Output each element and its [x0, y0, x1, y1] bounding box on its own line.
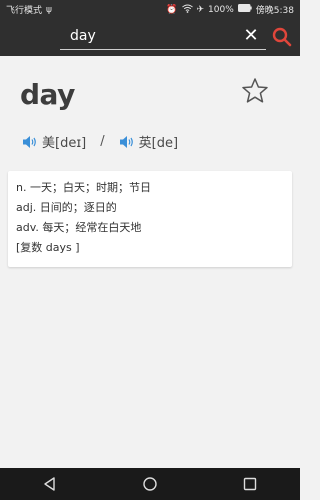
- definition-line: adj. 日间的；逐日的: [16, 201, 117, 214]
- definition-line: n. 一天；白天；时期；节日: [16, 181, 151, 194]
- search-field: ✕: [60, 22, 266, 50]
- star-icon: [242, 78, 268, 103]
- back-triangle-icon: [44, 477, 55, 491]
- speaker-icon: [23, 135, 36, 148]
- usb-icon: ψ: [46, 4, 52, 15]
- us-pronunciation-button[interactable]: 美[deɪ]: [22, 132, 86, 151]
- back-button[interactable]: [35, 469, 65, 499]
- navigation-bar: [0, 468, 300, 500]
- alarm-icon: ⏰: [166, 4, 178, 15]
- definitions-card: n. 一天；白天；时期；节日 adj. 日间的；逐日的 adv. 每天；经常在白…: [8, 171, 292, 267]
- definition-line: adv. 每天；经常在白天地: [16, 221, 142, 234]
- speaker-icon: [119, 135, 133, 148]
- home-button[interactable]: [135, 469, 165, 499]
- home-circle-icon: [143, 477, 157, 491]
- search-input[interactable]: [70, 26, 240, 46]
- close-icon: ✕: [243, 25, 259, 46]
- uk-pronunciation-button[interactable]: 英[de]: [119, 132, 178, 151]
- uk-phonetic-label: 英[de]: [138, 136, 179, 151]
- wifi-icon: [181, 4, 193, 16]
- clock-text: 傍晚5:38: [255, 6, 294, 16]
- status-bar: 飞行模式 ψ ⏰ ✈ 100% 傍晚5:38: [0, 0, 300, 19]
- recents-button[interactable]: [235, 469, 265, 499]
- clear-button[interactable]: ✕: [242, 27, 260, 45]
- plural-form-line: [复数 days ]: [16, 241, 80, 254]
- search-button[interactable]: [270, 25, 294, 49]
- status-left: 飞行模式 ψ: [6, 3, 52, 17]
- search-bar: ✕: [0, 19, 300, 56]
- word-detail: day 美[deɪ] / 英[de] n. 一天；白天；时期；节日 adj. 日…: [0, 56, 300, 468]
- airplane-mode-text: 飞行模式: [6, 6, 43, 16]
- airplane-icon: ✈: [196, 4, 205, 15]
- battery-level: 100%: [208, 4, 234, 15]
- phonetics-row: 美[deɪ] / 英[de]: [22, 132, 178, 151]
- headword: day: [20, 78, 75, 111]
- search-icon: [272, 27, 292, 47]
- recents-square-icon: [243, 477, 257, 491]
- phonetic-separator: /: [100, 134, 105, 149]
- favorite-button[interactable]: [240, 76, 270, 106]
- battery-icon: [237, 4, 252, 15]
- us-phonetic-label: 美[deɪ]: [42, 136, 87, 151]
- status-right: ⏰ ✈ 100% 傍晚5:38: [166, 3, 294, 16]
